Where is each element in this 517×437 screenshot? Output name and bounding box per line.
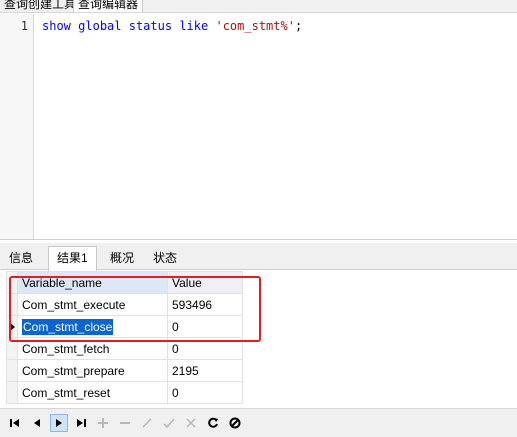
statement-terminator: ; — [294, 19, 303, 33]
row-indicator[interactable] — [6, 293, 18, 316]
cell-variable-name[interactable]: Com_stmt_fetch — [17, 337, 168, 360]
cell-value[interactable]: 0 — [167, 337, 243, 360]
cell-value[interactable]: 2195 — [167, 359, 243, 382]
grid-header-row: Variable_name Value — [6, 271, 243, 294]
row-indicator[interactable] — [6, 337, 18, 360]
row-indicator[interactable] — [6, 359, 18, 382]
row-indicator[interactable] — [6, 381, 18, 404]
tab-query-editor[interactable]: 查询编辑器 — [73, 0, 144, 12]
line-number: 1 — [20, 19, 28, 33]
current-row-arrow-icon — [9, 322, 15, 332]
column-header-variable-name[interactable]: Variable_name — [17, 271, 168, 294]
result-grid: Variable_name Value Com_stmt_execute 593… — [6, 271, 243, 404]
tab-result1[interactable]: 结果1 — [48, 246, 97, 271]
result-grid-area: Variable_name Value Com_stmt_execute 593… — [0, 271, 517, 405]
top-tab-strip: 查询创建工具 查询编辑器 — [0, 0, 517, 13]
sql-code-line[interactable]: show global status like 'com_stmt%'; — [42, 19, 302, 33]
first-record-icon[interactable] — [6, 414, 24, 432]
table-row-selected[interactable]: Com_stmt_close 0 — [6, 315, 243, 338]
table-row[interactable]: Com_stmt_fetch 0 — [6, 337, 243, 360]
like-pattern-string: 'com_stmt%' — [215, 19, 295, 33]
cell-variable-name[interactable]: Com_stmt_execute — [17, 293, 168, 316]
delete-record-icon[interactable] — [116, 414, 134, 432]
edit-record-icon[interactable] — [138, 414, 156, 432]
line-number-gutter: 1 — [0, 14, 34, 239]
table-row[interactable]: Com_stmt_execute 593496 — [6, 293, 243, 316]
cell-variable-name[interactable]: Com_stmt_prepare — [17, 359, 168, 382]
next-record-icon[interactable] — [50, 414, 68, 432]
stop-icon[interactable] — [226, 414, 244, 432]
table-row[interactable]: Com_stmt_prepare 2195 — [6, 359, 243, 382]
keyword-like: like — [179, 19, 209, 33]
keyword-show: show — [42, 19, 71, 33]
record-navigation-bar — [0, 408, 517, 437]
selected-cell-text[interactable]: Com_stmt_close — [22, 318, 114, 335]
tab-query-builder[interactable]: 查询创建工具 — [0, 0, 80, 12]
tab-profile[interactable]: 概况 — [101, 246, 143, 270]
cell-variable-name[interactable]: Com_stmt_reset — [17, 381, 168, 404]
cell-value[interactable]: 0 — [167, 315, 243, 338]
cell-value[interactable]: 0 — [167, 381, 243, 404]
apply-icon[interactable] — [160, 414, 178, 432]
last-record-icon[interactable] — [72, 414, 90, 432]
sql-editor[interactable]: 1 show global status like 'com_stmt%'; — [0, 14, 517, 240]
keyword-global: global — [78, 19, 122, 33]
cancel-icon[interactable] — [182, 414, 200, 432]
column-header-value[interactable]: Value — [167, 271, 243, 294]
table-row[interactable]: Com_stmt_reset 0 — [6, 381, 243, 404]
keyword-status: status — [128, 19, 173, 33]
result-tab-strip: 信息 结果1 概况 状态 — [0, 243, 517, 271]
row-indicator-header — [6, 271, 18, 294]
add-record-icon[interactable] — [94, 414, 112, 432]
row-indicator[interactable] — [6, 315, 18, 338]
refresh-icon[interactable] — [204, 414, 222, 432]
cell-value[interactable]: 593496 — [167, 293, 243, 316]
tab-status[interactable]: 状态 — [144, 246, 186, 270]
tab-message[interactable]: 信息 — [0, 246, 42, 270]
prev-record-icon[interactable] — [28, 414, 46, 432]
cell-variable-name[interactable]: Com_stmt_close — [17, 315, 168, 338]
